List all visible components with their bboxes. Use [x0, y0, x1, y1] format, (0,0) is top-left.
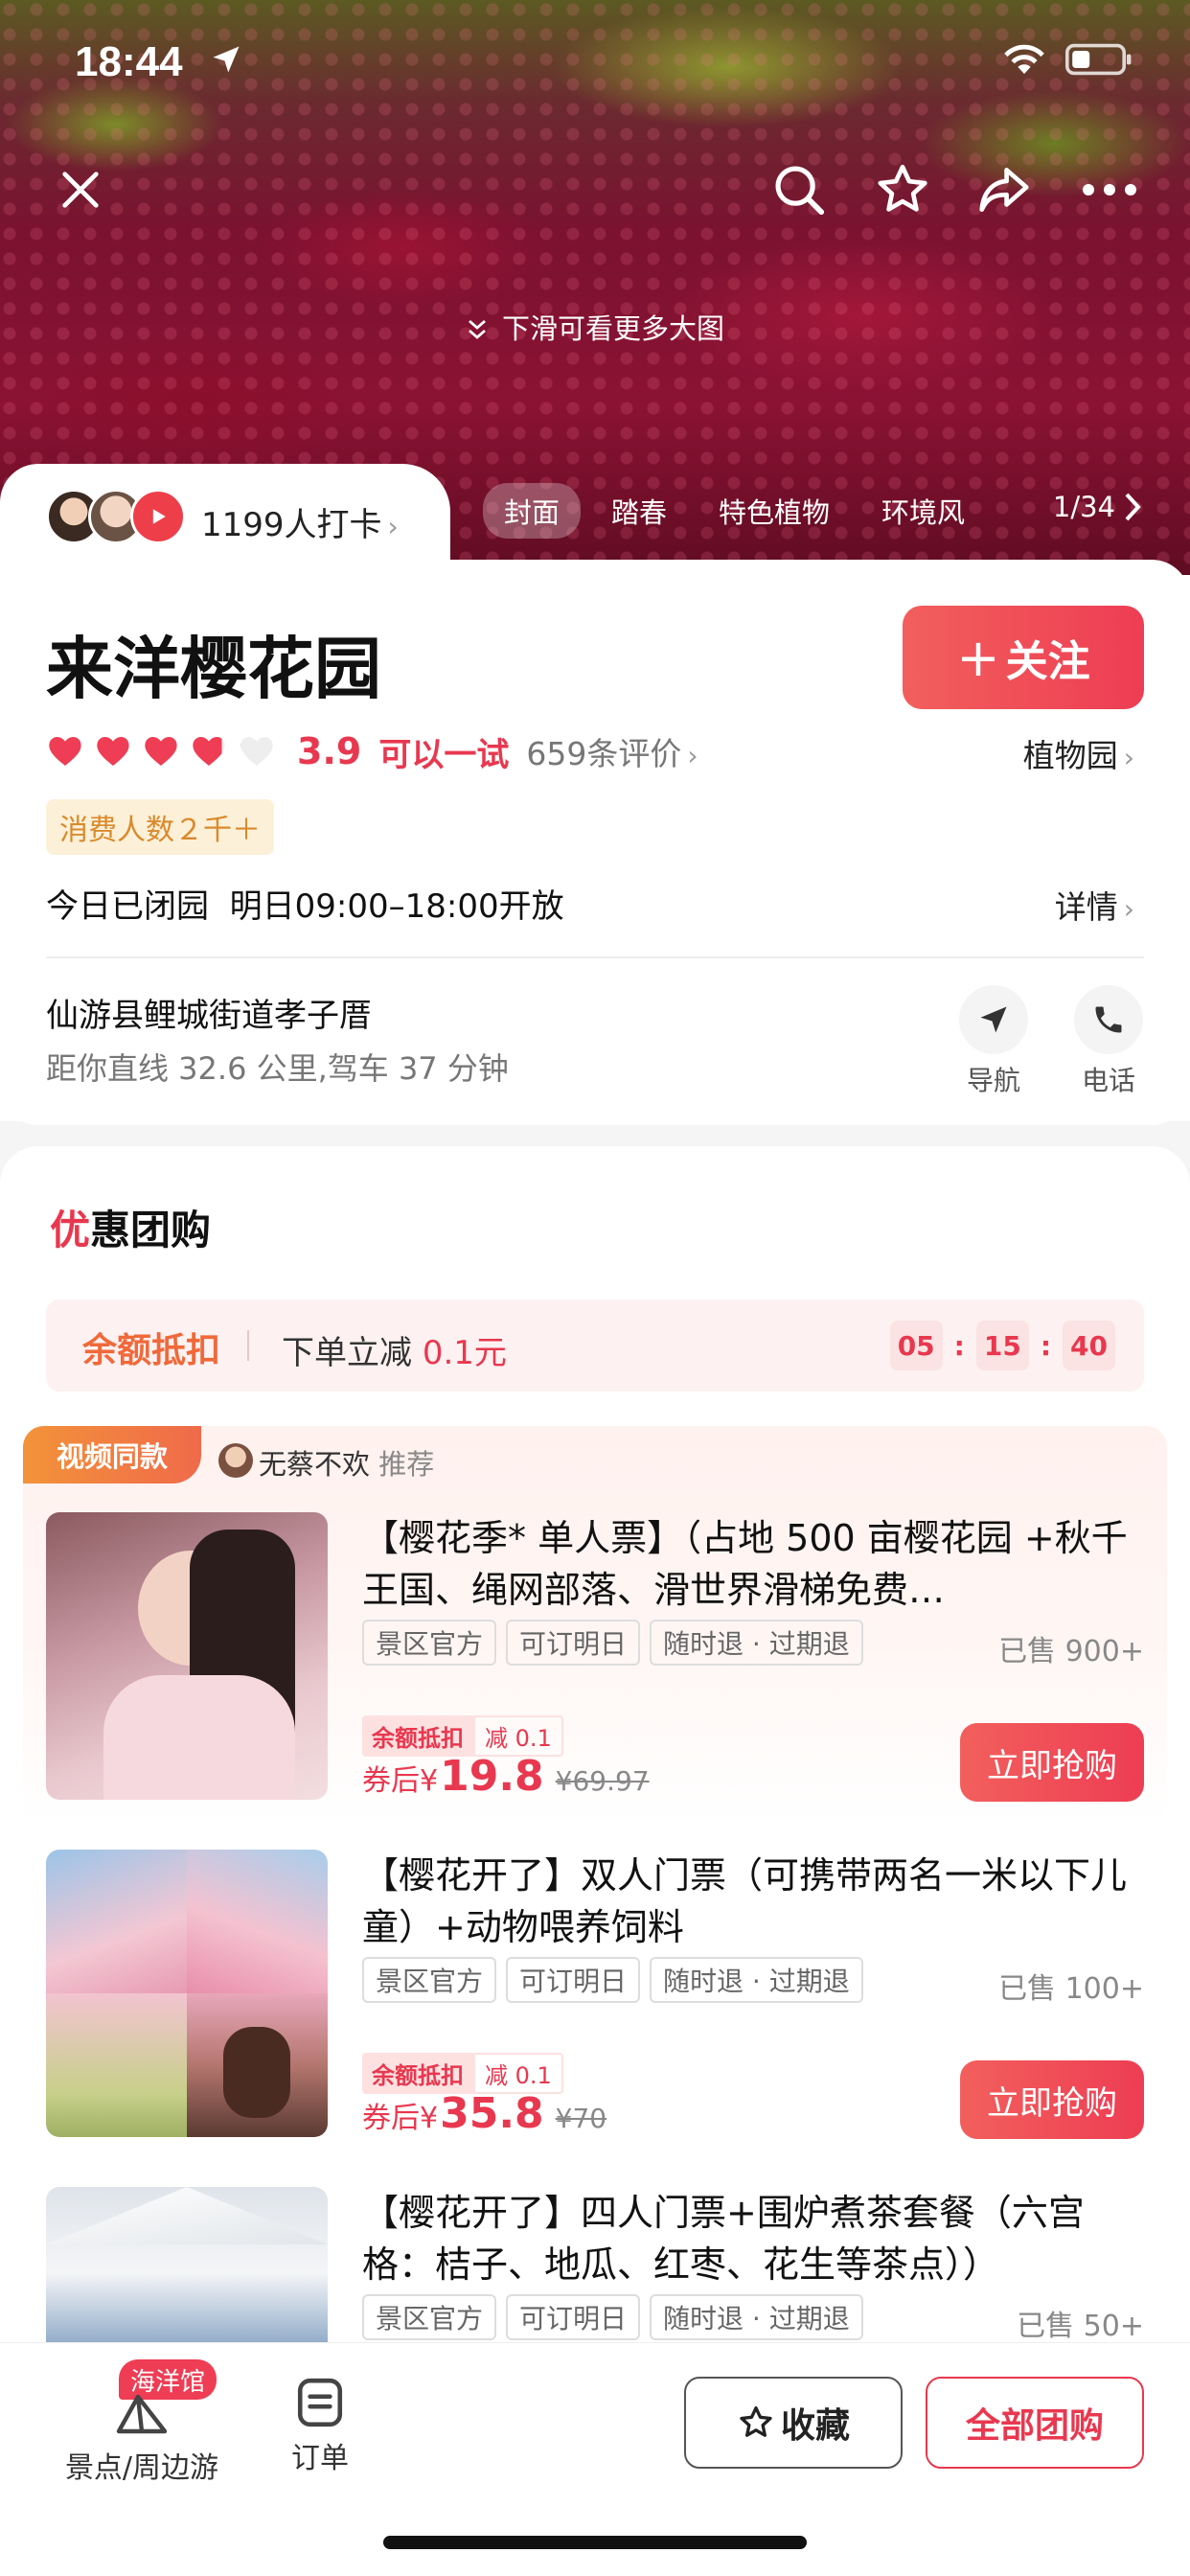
divider [247, 1330, 249, 1361]
balance-deduction-bar[interactable]: 余额抵扣 下单立减 0.1元 05 : 15 : 40 [46, 1300, 1144, 1392]
tab-cover[interactable]: 封面 [483, 483, 582, 539]
discount-badge: 余额抵扣减 0.1 [362, 2053, 563, 2094]
heart-icon [193, 737, 225, 766]
promo-label: 余额抵扣 [82, 1331, 221, 1370]
product-tags: 景区官方 可订明日 随时退 · 过期退 [362, 1957, 863, 2003]
buy-now-button[interactable]: 立即抢购 [960, 2060, 1144, 2139]
tab-scenery[interactable]: 环境风光 [860, 483, 966, 539]
rating-row[interactable]: 3.9 可以一试 659条评价 › [46, 724, 698, 778]
tag: 景区官方 [362, 1957, 497, 2003]
tab-plants[interactable]: 特色植物 [698, 483, 851, 539]
chevron-right-icon: › [1123, 893, 1134, 925]
gallery-tabs: 封面 踏春 特色植物 环境风光 [483, 483, 966, 539]
product-tags: 景区官方 可订明日 随时退 · 过期退 [362, 1620, 863, 1666]
tag: 随时退 · 过期退 [650, 1957, 863, 2003]
deals-title: 优惠团购 [50, 1207, 212, 1254]
all-deals-button[interactable]: 全部团购 [926, 2377, 1144, 2469]
video-same-tag: 视频同款 [23, 1426, 201, 1484]
close-icon[interactable] [46, 155, 115, 224]
timer-minutes: 15 [975, 1321, 1029, 1370]
tag: 随时退 · 过期退 [650, 2294, 863, 2340]
tag: 景区官方 [362, 1620, 497, 1666]
product-image[interactable] [46, 1850, 328, 2137]
tag: 可订明日 [506, 1620, 641, 1666]
star-icon [740, 2406, 772, 2437]
checkin-avatars [46, 489, 186, 544]
battery-icon [1065, 43, 1132, 76]
rating-score: 3.9 [297, 730, 362, 772]
home-indicator [383, 2536, 807, 2549]
avatar [218, 1443, 253, 1478]
play-icon [130, 489, 186, 544]
address[interactable]: 仙游县鲤城街道孝子厝 [46, 989, 372, 1036]
chevron-right-icon: › [1123, 742, 1134, 773]
product-image[interactable] [46, 2187, 328, 2342]
favorite-button[interactable]: 收藏 [684, 2377, 903, 2469]
tab-spring[interactable]: 踏春 [590, 483, 688, 539]
product-title: 【樱花季* 单人票】（占地 500 亩樱花园 +秋千王国、绳网部落、滑世界滑梯免… [362, 1517, 1128, 1611]
plus-icon: + [956, 627, 1000, 688]
product-title: 【樱花开了】四人门票+围炉煮茶套餐（六宫格：桔子、地瓜、红枣、花生等茶点）） [362, 2192, 1085, 2286]
rating-verdict: 可以一试 [378, 735, 510, 774]
product-image[interactable] [46, 1512, 328, 1800]
status-indicators [1002, 42, 1134, 77]
product-title: 【樱花开了】双人门票（可携带两名一米以下儿童）+动物喂养饲料 [362, 1854, 1128, 1948]
category-link[interactable]: 植物园 › [1023, 730, 1134, 776]
navigate-button[interactable]: 导航 [950, 985, 1037, 1098]
consumer-count-badge: 消费人数２千＋ [46, 799, 274, 855]
timer-seconds: 40 [1063, 1321, 1115, 1370]
chevron-right-icon: › [387, 511, 399, 542]
order-icon [297, 2378, 343, 2427]
countdown-timer: 05 : 15 : 40 [889, 1321, 1115, 1370]
swipe-hint: 下滑可看更多大图 [0, 307, 1190, 347]
sold-count: 已售 100+ [998, 1972, 1144, 2006]
deal-item[interactable]: 【樱花开了】四人门票+围炉煮茶套餐（六宫格：桔子、地瓜、红枣、花生等茶点）） 景… [0, 2187, 1190, 2342]
hours-detail-link[interactable]: 详情 › [1055, 882, 1134, 928]
status-time: 18:44 [75, 38, 183, 85]
distance: 距你直线 32.6 公里,驾车 37 分钟 [46, 1050, 509, 1087]
promo-text: 下单立减 0.1元 [282, 1334, 507, 1372]
rating-hearts [46, 732, 276, 770]
product-tags: 景区官方 可订明日 随时退 · 过期退 [362, 2294, 863, 2340]
nav-spots[interactable]: 景点/周边游 [50, 2386, 234, 2486]
more-icon[interactable] [1075, 155, 1144, 224]
star-icon[interactable] [868, 155, 937, 224]
search-icon[interactable] [765, 155, 834, 224]
chevron-right-icon: › [687, 740, 698, 771]
heart-icon [145, 737, 177, 766]
chevron-right-icon[interactable] [1123, 491, 1142, 523]
tag: 可订明日 [506, 2294, 641, 2340]
timer-hours: 05 [889, 1321, 943, 1370]
gallery-page-indicator: 1/34 [1052, 491, 1115, 523]
discount-badge: 余额抵扣减 0.1 [362, 1715, 563, 1757]
location-arrow-icon [213, 46, 240, 73]
sold-count: 已售 900+ [998, 1635, 1144, 1668]
checkin-count[interactable]: 1199人打卡 › [201, 498, 399, 545]
buy-now-button[interactable]: 立即抢购 [960, 1723, 1144, 1802]
heart-icon [49, 737, 81, 766]
price: 券后¥ 19.8 ¥69.97 [362, 1752, 650, 1801]
price: 券后¥ 35.8 ¥70 [362, 2089, 607, 2138]
heart-icon [240, 737, 273, 766]
follow-button[interactable]: + 关注 [903, 606, 1144, 709]
wifi-icon [1004, 44, 1044, 75]
opening-hours: 今日已闭园 明日09:00–18:00开放 [46, 887, 564, 926]
call-button[interactable]: 电话 [1065, 985, 1152, 1098]
share-icon[interactable] [970, 155, 1039, 224]
phone-icon [1074, 985, 1143, 1054]
page-title: 来洋樱花园 [46, 630, 381, 708]
tag: 可订明日 [506, 1957, 641, 2003]
double-chevron-down-icon [469, 319, 486, 339]
navigate-icon [959, 985, 1028, 1054]
recommender: 无蔡不欢 推荐 [259, 1448, 435, 1481]
heart-icon [97, 737, 129, 766]
tent-icon [116, 2394, 168, 2434]
review-count[interactable]: 659条评价 › [526, 728, 698, 774]
tag: 景区官方 [362, 2294, 497, 2340]
divider [46, 956, 1144, 958]
sold-count: 已售 50+ [1017, 2310, 1144, 2342]
tag: 随时退 · 过期退 [650, 1620, 863, 1666]
nav-orders[interactable]: 订单 [282, 2377, 358, 2476]
